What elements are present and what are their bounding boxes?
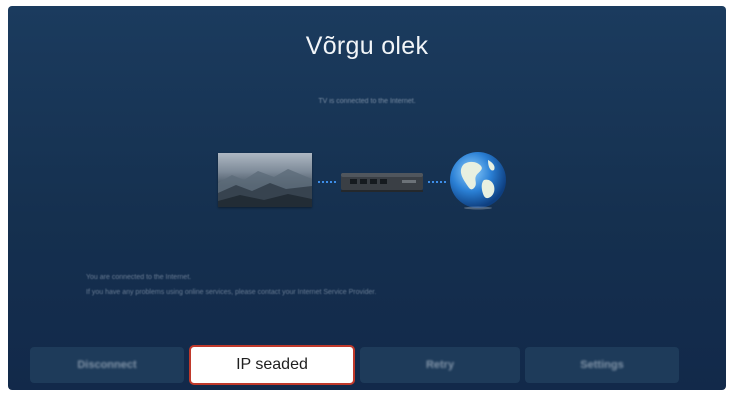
- tv-router-link: [318, 181, 336, 183]
- retry-button-label: Retry: [425, 359, 455, 371]
- info-text: You are connected to the Internet. If yo…: [86, 270, 606, 300]
- info-line-2: If you have any problems using online se…: [86, 289, 377, 296]
- router-globe-link: [428, 181, 446, 183]
- info-line-1: You are connected to the Internet.: [86, 274, 192, 281]
- settings-button-label: Settings: [580, 359, 624, 371]
- connection-diagram: [8, 6, 726, 390]
- disconnect-button-label: Disconnect: [77, 359, 137, 371]
- tv-image: [218, 153, 312, 207]
- router-icon: [340, 169, 424, 195]
- network-status-screen: Võrgu olek TV is connected to the Intern…: [8, 6, 726, 390]
- mountain-landscape-image: [218, 169, 312, 207]
- settings-button[interactable]: Settings: [525, 347, 679, 383]
- ip-settings-button[interactable]: IP seaded: [189, 345, 355, 385]
- retry-button[interactable]: Retry: [360, 347, 520, 383]
- disconnect-button[interactable]: Disconnect: [30, 347, 184, 383]
- ip-settings-button-label: IP seaded: [236, 356, 308, 373]
- globe-icon: [448, 150, 508, 210]
